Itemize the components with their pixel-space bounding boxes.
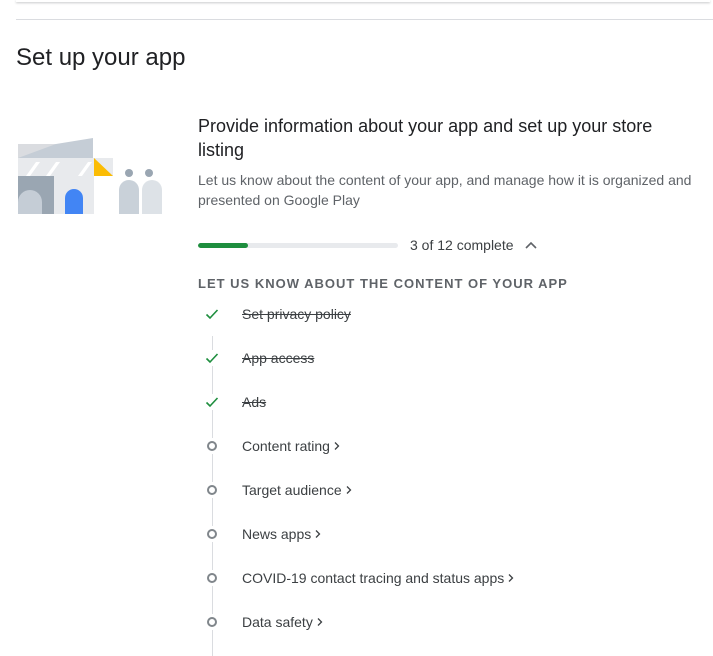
card-description: Let us know about the content of your ap… (198, 172, 692, 208)
store-listing-illustration (18, 138, 162, 214)
circle-icon (204, 614, 220, 630)
chevron-right-icon (346, 486, 352, 494)
task-link[interactable]: Target audience (242, 482, 353, 498)
task-link[interactable]: COVID-19 contact tracing and status apps (242, 570, 515, 586)
task-item: COVID-19 contact tracing and status apps (198, 556, 678, 600)
check-icon (204, 306, 220, 322)
task-item: Content rating (198, 424, 678, 468)
circle-icon (204, 482, 220, 498)
section-divider (16, 19, 713, 20)
task-link[interactable]: News apps (242, 526, 322, 542)
task-label: Set privacy policy (242, 306, 351, 322)
section-title: Set up your app (16, 44, 186, 71)
task-label: Ads (242, 394, 267, 410)
task-label: News apps (242, 526, 312, 542)
task-list: Set privacy policy App access Ads Content r… (198, 292, 678, 656)
task-item: App access (198, 336, 678, 380)
chevron-right-icon (317, 618, 323, 626)
progress-bar-fill (198, 242, 248, 248)
previous-card-edge (16, 0, 710, 2)
chevron-up-icon (524, 241, 537, 249)
collapse-button[interactable] (522, 236, 540, 254)
task-label: COVID-19 contact tracing and status apps (242, 570, 505, 586)
task-item: News apps (198, 512, 678, 556)
circle-icon (204, 526, 220, 542)
chevron-right-icon (315, 530, 321, 538)
task-link[interactable]: Set privacy policy (242, 306, 351, 322)
card-heading: Provide information about your app and s… (198, 116, 653, 160)
check-icon (204, 350, 220, 366)
task-item: Ads (198, 380, 678, 424)
task-link[interactable]: Data safety (242, 614, 324, 630)
task-item: Set privacy policy (198, 292, 678, 336)
chevron-right-icon (334, 442, 340, 450)
circle-icon (204, 438, 220, 454)
check-icon (204, 394, 220, 410)
task-label: Target audience (242, 482, 342, 498)
circle-icon (204, 570, 220, 586)
setup-card: Provide information about your app and s… (198, 114, 698, 656)
progress-row: 3 of 12 complete (198, 236, 540, 254)
task-link[interactable]: App access (242, 350, 314, 366)
task-group-title: LET US KNOW ABOUT THE CONTENT OF YOUR AP… (198, 276, 568, 291)
task-link[interactable]: Content rating (242, 438, 341, 454)
progress-label: 3 of 12 complete (410, 237, 514, 253)
chevron-right-icon (508, 574, 514, 582)
task-label: Content rating (242, 438, 330, 454)
task-item: Target audience (198, 468, 678, 512)
task-link[interactable]: Ads (242, 394, 266, 410)
task-label: App access (242, 350, 315, 366)
task-label: Data safety (242, 614, 313, 630)
task-item: Data safety (198, 600, 678, 644)
progress-bar (198, 242, 398, 248)
